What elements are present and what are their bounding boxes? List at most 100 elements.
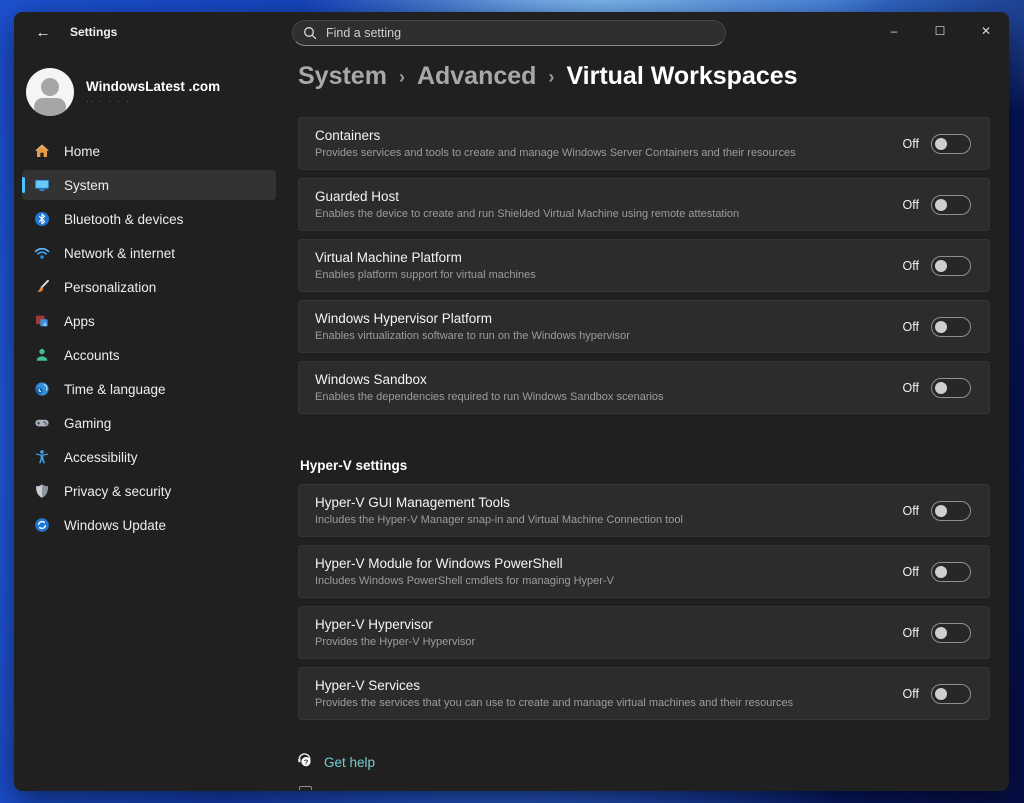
- sidebar-item-label: Bluetooth & devices: [64, 212, 183, 227]
- sidebar-nav: Home System Bluetooth & devices Network …: [22, 136, 276, 544]
- toggle-knob: [935, 321, 947, 333]
- sidebar: WindowsLatest .com ·· · · · · Home Syste…: [14, 52, 284, 791]
- maximize-icon: ☐: [935, 24, 946, 38]
- time-language-icon: [34, 381, 50, 397]
- toggle-switch[interactable]: [931, 317, 971, 337]
- sidebar-item-accounts[interactable]: Accounts: [22, 340, 276, 370]
- setting-description: Enables the dependencies required to run…: [315, 391, 903, 403]
- toggle-knob: [935, 566, 947, 578]
- setting-title: Hyper-V Services: [315, 678, 903, 693]
- toggle-switch[interactable]: [931, 256, 971, 276]
- setting-description: Enables virtualization software to run o…: [315, 330, 903, 342]
- setting-title: Hyper-V GUI Management Tools: [315, 495, 903, 510]
- toggle-knob: [935, 688, 947, 700]
- apps-icon: [34, 313, 50, 329]
- main-content: System › Advanced › Virtual Workspaces C…: [284, 52, 1009, 791]
- sidebar-item-label: Accessibility: [64, 450, 138, 465]
- toggle-switch[interactable]: [931, 134, 971, 154]
- setting-card-hyperv-gui-tools: Hyper-V GUI Management Tools Includes th…: [298, 484, 990, 537]
- title-bar: ← Settings – ☐ ✕: [14, 12, 1009, 52]
- sidebar-item-time-language[interactable]: Time & language: [22, 374, 276, 404]
- sidebar-item-system[interactable]: System: [22, 170, 276, 200]
- setting-description: Provides services and tools to create an…: [315, 147, 903, 159]
- setting-title: Hyper-V Hypervisor: [315, 617, 903, 632]
- privacy-icon: [34, 483, 50, 499]
- sidebar-item-label: Accounts: [64, 348, 120, 363]
- give-feedback-icon[interactable]: [299, 786, 312, 790]
- sidebar-item-label: System: [64, 178, 109, 193]
- toggle-state-label: Off: [903, 137, 919, 151]
- search-input[interactable]: [326, 26, 715, 40]
- window-controls: – ☐ ✕: [871, 12, 1009, 50]
- setting-title: Containers: [315, 128, 903, 143]
- minimize-icon: –: [891, 24, 898, 38]
- toggle-switch[interactable]: [931, 623, 971, 643]
- system-icon: [34, 177, 50, 193]
- toggle-switch[interactable]: [931, 562, 971, 582]
- toggle-state-label: Off: [903, 504, 919, 518]
- sidebar-item-label: Time & language: [64, 382, 166, 397]
- sidebar-item-network-internet[interactable]: Network & internet: [22, 238, 276, 268]
- settings-window: ← Settings – ☐ ✕ WindowsLatest .com ·· ·…: [14, 12, 1009, 791]
- setting-description: Provides the services that you can use t…: [315, 697, 903, 709]
- accounts-icon: [34, 347, 50, 363]
- toggle-switch[interactable]: [931, 501, 971, 521]
- breadcrumb: System › Advanced › Virtual Workspaces: [298, 62, 990, 91]
- sidebar-item-gaming[interactable]: Gaming: [22, 408, 276, 438]
- user-profile[interactable]: WindowsLatest .com ·· · · · ·: [22, 60, 276, 124]
- toggle-knob: [935, 260, 947, 272]
- toggle-knob: [935, 382, 947, 394]
- sidebar-item-home[interactable]: Home: [22, 136, 276, 166]
- toggle-switch[interactable]: [931, 378, 971, 398]
- setting-description: Provides the Hyper-V Hypervisor: [315, 636, 903, 648]
- setting-title: Windows Hypervisor Platform: [315, 311, 903, 326]
- toggle-knob: [935, 138, 947, 150]
- chevron-right-icon: ›: [399, 67, 405, 88]
- page-title: Virtual Workspaces: [566, 62, 797, 91]
- setting-title: Virtual Machine Platform: [315, 250, 903, 265]
- minimize-button[interactable]: –: [871, 12, 917, 50]
- network-icon: [34, 245, 50, 261]
- back-button[interactable]: ←: [28, 18, 58, 46]
- toggle-knob: [935, 627, 947, 639]
- setting-title: Windows Sandbox: [315, 372, 903, 387]
- accessibility-icon: [34, 449, 50, 465]
- sidebar-item-personalization[interactable]: Personalization: [22, 272, 276, 302]
- toggle-state-label: Off: [903, 626, 919, 640]
- sidebar-item-label: Apps: [64, 314, 95, 329]
- toggle-state-label: Off: [903, 198, 919, 212]
- get-help-icon: ?: [295, 750, 314, 774]
- sidebar-item-apps[interactable]: Apps: [22, 306, 276, 336]
- sidebar-item-label: Privacy & security: [64, 484, 171, 499]
- setting-description: Enables the device to create and run Shi…: [315, 208, 903, 220]
- profile-subtitle: ·· · · · ·: [86, 97, 220, 106]
- breadcrumb-advanced[interactable]: Advanced: [417, 62, 536, 91]
- search-box[interactable]: [292, 20, 726, 46]
- sidebar-item-privacy-security[interactable]: Privacy & security: [22, 476, 276, 506]
- maximize-button[interactable]: ☐: [917, 12, 963, 50]
- toggle-knob: [935, 505, 947, 517]
- gaming-icon: [34, 415, 50, 431]
- bluetooth-icon: [34, 211, 50, 227]
- sidebar-item-accessibility[interactable]: Accessibility: [22, 442, 276, 472]
- svg-text:?: ?: [304, 757, 309, 766]
- toggle-state-label: Off: [903, 320, 919, 334]
- setting-description: Includes Windows PowerShell cmdlets for …: [315, 575, 903, 587]
- setting-description: Enables platform support for virtual mac…: [315, 269, 903, 281]
- profile-name: WindowsLatest .com: [86, 79, 220, 94]
- personalization-icon: [34, 279, 50, 295]
- setting-title: Guarded Host: [315, 189, 903, 204]
- close-button[interactable]: ✕: [963, 12, 1009, 50]
- sidebar-item-windows-update[interactable]: Windows Update: [22, 510, 276, 540]
- search-icon: [303, 26, 317, 40]
- close-icon: ✕: [981, 24, 991, 38]
- setting-card-hyperv-hypervisor: Hyper-V Hypervisor Provides the Hyper-V …: [298, 606, 990, 659]
- toggle-state-label: Off: [903, 381, 919, 395]
- chevron-right-icon: ›: [548, 67, 554, 88]
- toggle-switch[interactable]: [931, 684, 971, 704]
- toggle-switch[interactable]: [931, 195, 971, 215]
- sidebar-item-bluetooth-devices[interactable]: Bluetooth & devices: [22, 204, 276, 234]
- breadcrumb-system[interactable]: System: [298, 62, 387, 91]
- get-help-link[interactable]: ? Get help: [295, 750, 375, 774]
- app-title: Settings: [70, 25, 117, 39]
